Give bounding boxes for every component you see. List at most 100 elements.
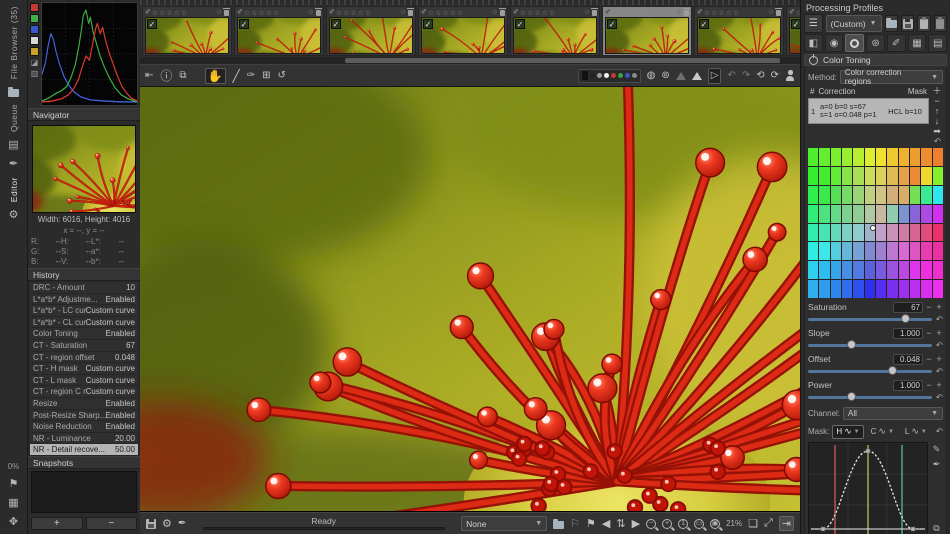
bg-dark-swatch[interactable] bbox=[589, 73, 595, 78]
bg-white-swatch[interactable] bbox=[603, 73, 609, 78]
color-grid-cell[interactable] bbox=[875, 223, 887, 242]
color-grid-cell[interactable] bbox=[898, 148, 909, 166]
paste-profile-icon[interactable] bbox=[917, 15, 931, 32]
trash-icon[interactable] bbox=[407, 7, 414, 16]
tool-tab-raw[interactable]: ▦ bbox=[907, 34, 927, 52]
color-grid-cell[interactable] bbox=[830, 204, 841, 223]
color-grid-cell[interactable] bbox=[909, 261, 921, 280]
color-grid-cell[interactable] bbox=[909, 204, 921, 223]
history-row[interactable]: CT - Saturation 67 bbox=[30, 339, 138, 352]
rank-star-icon[interactable]: ☆ bbox=[718, 9, 724, 17]
color-grid-cell[interactable] bbox=[864, 204, 875, 223]
history-row[interactable]: Noise Reduction Enabled bbox=[30, 421, 138, 433]
color-grid-cell[interactable] bbox=[819, 185, 830, 204]
decrement-button[interactable]: − bbox=[925, 354, 933, 365]
edit-profile-icon[interactable]: ✐ bbox=[145, 9, 151, 17]
filmstrip-thumbnail[interactable]: ✐☆☆☆☆☆○✓ bbox=[786, 6, 800, 56]
chevron-down-icon[interactable]: ▼ bbox=[888, 429, 894, 435]
color-grid-cell[interactable] bbox=[830, 280, 841, 298]
color-grid-cell[interactable] bbox=[932, 261, 943, 280]
tab-editor[interactable]: Editor bbox=[9, 177, 19, 202]
color-grid-cell[interactable] bbox=[830, 148, 841, 166]
main-image-canvas[interactable] bbox=[140, 87, 800, 512]
color-grid-cell[interactable] bbox=[887, 242, 898, 261]
color-label-icon[interactable]: ○ bbox=[217, 9, 221, 17]
color-grid-cell[interactable] bbox=[853, 185, 864, 204]
rank-star-icon[interactable]: ☆ bbox=[542, 9, 548, 17]
pin-panel-icon[interactable]: ⇥ bbox=[778, 516, 794, 531]
reset-slider-icon[interactable]: ↶ bbox=[936, 366, 943, 377]
history-row[interactable]: Color Toning Enabled bbox=[30, 328, 138, 340]
filmstrip-grip[interactable] bbox=[140, 0, 800, 5]
snapshots-list[interactable] bbox=[31, 471, 137, 513]
color-grid-cell[interactable] bbox=[841, 280, 853, 298]
color-grid-cell[interactable] bbox=[875, 242, 887, 261]
rank-star-icon[interactable]: ☆ bbox=[733, 9, 739, 17]
rank-star-icon[interactable]: ☆ bbox=[612, 9, 618, 17]
preview-red-channel[interactable] bbox=[610, 73, 616, 78]
edit-profile-icon[interactable]: ✐ bbox=[605, 9, 611, 17]
rank-star-icon[interactable]: ☆ bbox=[273, 9, 279, 17]
decrement-button[interactable]: − bbox=[925, 302, 933, 313]
trash-icon[interactable] bbox=[591, 7, 598, 16]
color-grid-cell[interactable] bbox=[921, 280, 932, 298]
slider-thumb[interactable] bbox=[847, 340, 857, 349]
color-grid-cell[interactable] bbox=[841, 261, 853, 280]
tab-queue[interactable]: Queue bbox=[9, 104, 19, 132]
filmstrip-thumbnail[interactable]: ✐☆☆☆☆☆○✓ bbox=[326, 6, 416, 56]
histogram-bars-icon[interactable]: ▥ bbox=[30, 69, 39, 78]
color-grid-cell[interactable] bbox=[932, 204, 943, 223]
color-grid-cell[interactable] bbox=[875, 204, 887, 223]
crop-tool-icon[interactable]: ⊞ bbox=[262, 69, 270, 83]
color-grid-cell[interactable] bbox=[808, 242, 819, 261]
rank-star-icon[interactable]: ☆ bbox=[181, 9, 187, 17]
rank-star-icon[interactable]: ☆ bbox=[726, 9, 732, 17]
method-dropdown[interactable]: Color correction regions ▼ bbox=[839, 68, 943, 86]
history-row[interactable]: L*a*b* - CL curveCustom curve bbox=[30, 316, 138, 329]
send-to-editor-icon[interactable]: ⚙ bbox=[162, 517, 172, 530]
color-grid-cell[interactable] bbox=[909, 185, 921, 204]
color-grid-cell[interactable] bbox=[808, 204, 819, 223]
color-grid-cell[interactable] bbox=[853, 223, 864, 242]
color-grid-cell[interactable] bbox=[898, 204, 909, 223]
channel-dropdown[interactable]: All ▼ bbox=[843, 407, 943, 420]
slider-value[interactable]: 1.000 bbox=[893, 379, 923, 391]
zoom-fit-crop-icon[interactable]: ▣ bbox=[710, 518, 721, 529]
add-region-button[interactable]: ＋ bbox=[932, 87, 941, 96]
color-grid-cell[interactable] bbox=[853, 242, 864, 261]
flag-add-icon[interactable]: ⚑ bbox=[9, 478, 19, 490]
remove-region-button[interactable]: − bbox=[934, 97, 939, 106]
rank-star-icon[interactable]: ☆ bbox=[626, 9, 632, 17]
preview-blue-channel[interactable] bbox=[624, 73, 630, 78]
edit-profile-icon[interactable]: ✐ bbox=[237, 9, 243, 17]
tool-tab-metadata[interactable]: ▤ bbox=[928, 34, 948, 52]
color-grid-cell[interactable] bbox=[909, 166, 921, 185]
bg-black-swatch[interactable] bbox=[581, 71, 588, 80]
sort-icon[interactable]: ⇅ bbox=[616, 517, 625, 530]
rank-star-icon[interactable]: ☆ bbox=[358, 9, 364, 17]
color-grid-cell[interactable] bbox=[864, 242, 875, 261]
add-snapshot-button[interactable]: + bbox=[31, 517, 83, 530]
rank-star-icon[interactable]: ☆ bbox=[336, 9, 342, 17]
increment-button[interactable]: + bbox=[935, 380, 943, 391]
gamut-warning-icon[interactable]: ⊚ bbox=[661, 69, 669, 83]
pick-color-icon[interactable]: ✒ bbox=[933, 459, 941, 470]
color-grid-cell[interactable] bbox=[898, 242, 909, 261]
background-color-selector[interactable] bbox=[577, 68, 641, 83]
history-row[interactable]: CT - region C maskCustom curve bbox=[30, 386, 138, 398]
preview-green-channel[interactable] bbox=[617, 73, 623, 78]
rank-star-icon[interactable]: ☆ bbox=[549, 9, 555, 17]
reset-mask-icon[interactable]: ↶ bbox=[936, 426, 943, 437]
color-label-icon[interactable]: ○ bbox=[309, 9, 313, 17]
filmstrip-thumbnail[interactable]: ✐☆☆☆☆☆○✓ bbox=[510, 6, 600, 56]
history-row[interactable]: NR - Detail recove... 50.00 bbox=[30, 444, 138, 456]
decrement-button[interactable]: − bbox=[925, 328, 933, 339]
slider-value[interactable]: 0.048 bbox=[893, 353, 923, 365]
color-grid-cell[interactable] bbox=[909, 242, 921, 261]
navigator-thumbnail[interactable] bbox=[32, 125, 136, 213]
zoom-in-icon[interactable]: + bbox=[662, 518, 673, 529]
rank-star-icon[interactable]: ☆ bbox=[711, 9, 717, 17]
color-grid-cell[interactable] bbox=[921, 204, 932, 223]
color-grid-cell[interactable] bbox=[909, 280, 921, 298]
color-toning-header[interactable]: Color Toning bbox=[804, 54, 947, 66]
